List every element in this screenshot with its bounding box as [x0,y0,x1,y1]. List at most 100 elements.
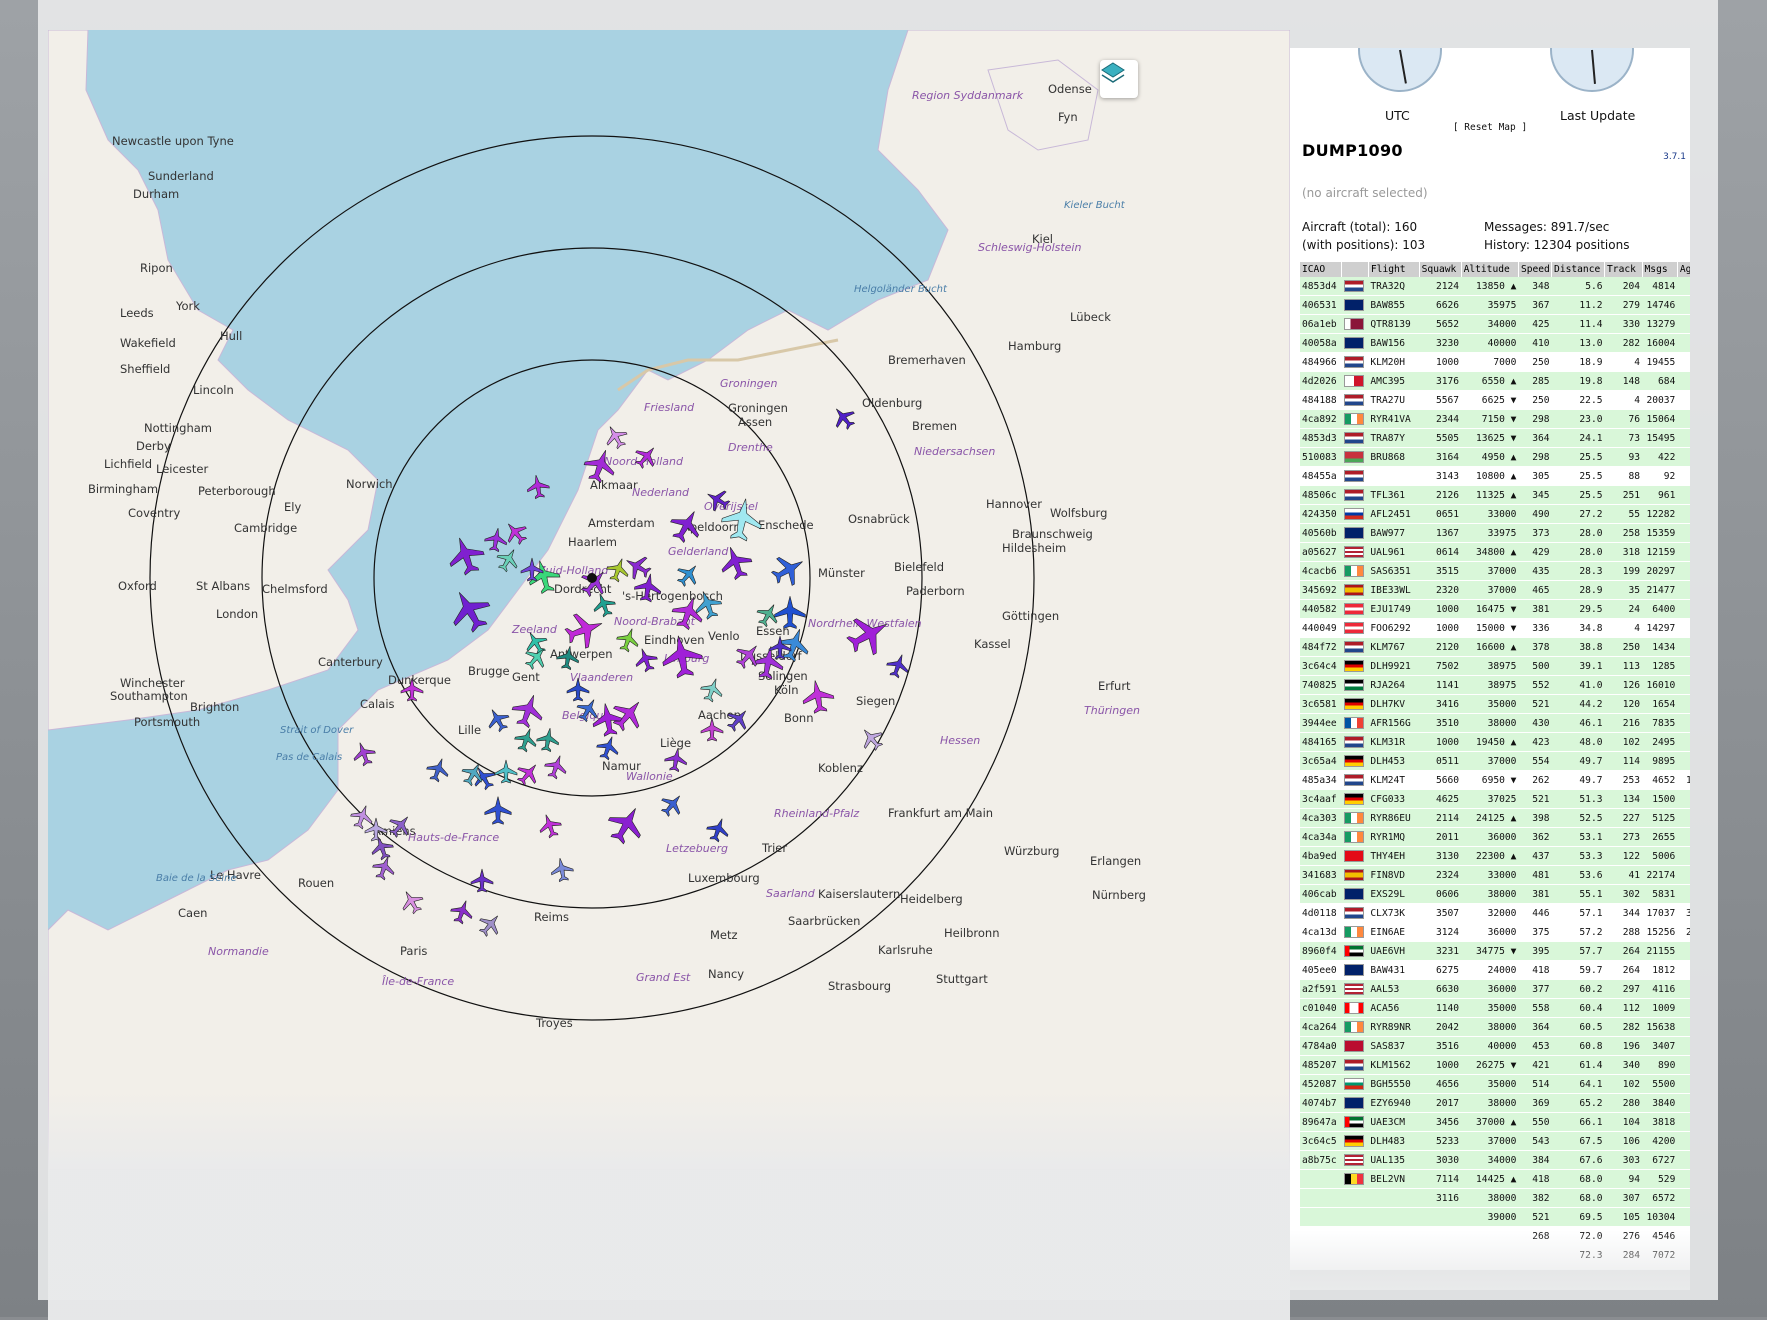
table-row[interactable]: 4ca303 RYR86EU211424125 ▲39852.522751250 [1300,808,1690,828]
table-row[interactable]: 3900052169.5105103040 [1300,1207,1690,1227]
cell-track: 120 [1604,694,1643,714]
table-row[interactable]: 440582 EJU1749100016475 ▼38129.52464000 [1300,599,1690,619]
table-row[interactable]: 440049 FOO6292100015000 ▼33634.84142970 [1300,618,1690,638]
table-row[interactable]: a8b75c UAL13530303400038467.630367270 [1300,1150,1690,1170]
table-row[interactable]: 3c6581 DLH7KV34163500052144.212016540 [1300,694,1690,714]
column-header-5[interactable]: Speed [1518,262,1553,277]
table-row[interactable]: 4074b7 EZY694020173800036965.228038400 [1300,1093,1690,1113]
table-row[interactable]: 4ca13d EIN6AE31243600037557.22881525627 [1300,922,1690,942]
aircraft-icon[interactable] [525,473,551,500]
table-row[interactable]: 405ee0 BAW43162752400041859.726418122 [1300,960,1690,980]
table-row[interactable]: 740825 RJA26411413897555241.0126160100 [1300,675,1690,695]
table-row[interactable]: 4ba9ed THY4EH313022300 ▲43753.312250061 [1300,846,1690,866]
cell-flight: KLM1562 [1368,1055,1420,1075]
column-header-9[interactable]: Ag [1677,262,1690,277]
cell-speed: 298 [1518,447,1552,467]
column-header-8[interactable]: Msgs [1642,262,1678,277]
table-row[interactable]: 06a1eb QTR813956523400042511.4330132790 [1300,314,1690,334]
table-row[interactable]: 485a34 KLM24T56606950 ▼26249.7253465211 [1300,770,1690,790]
aircraft-icon[interactable] [443,532,489,579]
cell-icao: 4ca892 [1300,409,1342,429]
table-row[interactable]: 406cab EXS29L06063800038155.130258310 [1300,884,1690,904]
table-row[interactable]: c01040 ACA5611403500055860.411210090 [1300,998,1690,1018]
version-link[interactable]: 3.7.1 [1663,152,1686,162]
table-row[interactable]: 8960f4 UAE6VH323134775 ▼39557.7264211550 [1300,941,1690,961]
map-canvas[interactable]: Newcastle upon Tyne Sunderland Durham Ripon… [48,30,1290,1170]
column-header-4[interactable]: Altitude [1461,262,1519,277]
regions-label: Grand Est [636,971,691,984]
table-row[interactable]: 4ca264 RYR89NR20423800036460.5282156380 [1300,1017,1690,1037]
regions-label: Normandie [208,945,269,958]
cell-flight: CLX73K [1368,903,1420,923]
table-row[interactable]: 452087 BGH555046563500051464.110255000 [1300,1074,1690,1094]
table-row[interactable]: 484966KLM20H1000700025018.94194554 [1300,352,1690,372]
cell-dist: 41.0 [1551,675,1605,695]
cell-icao: 40560b [1300,523,1342,543]
table-row[interactable]: 4cacb6 SAS635135153700043528.3199202970 [1300,561,1690,581]
cell-speed: 430 [1518,713,1552,733]
table-row[interactable]: 48455a 314310800 ▲30525.588922 [1300,466,1690,486]
cities-label: Würzburg [1004,844,1059,858]
table-row[interactable]: 3c64c5 DLH48352333700054367.510642000 [1300,1131,1690,1151]
table-row[interactable]: 3c65a4 DLH45305113700055449.711498950 [1300,751,1690,771]
table-row[interactable]: 40560b BAW97713673397537328.0258153590 [1300,523,1690,543]
cell-dist: 61.4 [1551,1055,1605,1075]
column-header-7[interactable]: Track [1604,262,1643,277]
table-row[interactable]: 89647a UAE3CM345637000 ▲55066.110438180 [1300,1112,1690,1132]
cell-flight: AAL53 [1368,979,1420,999]
cities-label: Brugge [468,664,510,678]
aircraft-icon[interactable] [483,526,509,553]
column-header-6[interactable]: Distance [1551,262,1606,277]
table-row[interactable]: 484188 TRA27U55676625 ▼25022.54200370 [1300,390,1690,410]
table-row[interactable]: 345692 IBE33WL23203700046528.935214770 [1300,580,1690,600]
table-row[interactable]: 485207 KLM1562100026275 ▼42161.43408900 [1300,1055,1690,1075]
table-row[interactable]: 4ca892 RYR41VA23447150 ▼29823.076150640 [1300,409,1690,429]
table-row[interactable]: 4853d4 TRA32Q212413850 ▲3485.620448140 [1300,277,1690,296]
table-row[interactable]: 484f72 KLM767212016600 ▲37838.825014340 [1300,637,1690,657]
table-row[interactable]: 510083 BRU86831644950 ▲29825.5934221 [1300,447,1690,467]
table-row[interactable]: 48506c TFL361212611325 ▲34525.52519611 [1300,485,1690,505]
table-row[interactable]: 4d0118 CLX73K35073200044657.13441703736 [1300,903,1690,923]
table-row[interactable]: 4784a0 SAS83735164000045360.819634070 [1300,1036,1690,1056]
table-row[interactable]: 4853d3 TRA87Y550513625 ▼36424.173154950 [1300,428,1690,448]
cell-age: 1 [1677,846,1690,866]
table-row[interactable]: 4ca34a RYR1MQ20113600036253.127326555 [1300,827,1690,847]
cell-msgs: 14746 [1642,295,1678,315]
table-row[interactable]: a2f591 AAL5366303600037760.229741161 [1300,979,1690,999]
flag-cell [1341,1036,1369,1056]
table-row[interactable]: 341683 FIN8VD23243300048153.641221740 [1300,865,1690,885]
cell-dist: 67.6 [1551,1150,1605,1170]
cell-track: 126 [1604,675,1643,695]
table-row[interactable]: 424350 AFL245106513300049027.255122820 [1300,504,1690,524]
map-view[interactable]: Newcastle upon Tyne Sunderland Durham Ripon… [48,30,1290,1170]
table-row[interactable]: 31163800038268.030765720 [1300,1188,1690,1208]
table-row[interactable]: a05627 UAL961061434800 ▲42928.0318121590 [1300,542,1690,562]
flag-cell [1341,295,1369,315]
cell-msgs: 15359 [1642,523,1678,543]
column-header-3[interactable]: Squawk [1419,262,1462,277]
cell-dist: 34.8 [1551,618,1605,638]
cell-squawk: 1000 [1419,618,1462,638]
column-header-2[interactable]: Flight [1368,262,1420,277]
table-row[interactable]: 40058a BAW15632304000041013.0282160040 [1300,333,1690,353]
table-row[interactable]: 3944ee AFR156G35103800043046.121678350 [1300,713,1690,733]
cell-icao: c01040 [1300,998,1342,1018]
cell-speed: 250 [1518,390,1552,410]
flag-cell [1341,1055,1369,1075]
table-row[interactable]: 484165 KLM31R100019450 ▲42348.010224950 [1300,732,1690,752]
column-header-1[interactable] [1341,262,1369,277]
cell-age: 1 [1677,979,1690,999]
table-row[interactable]: 406531 BAW85566263597536711.2279147460 [1300,295,1690,315]
table-row[interactable]: BEL2VN711414425 ▲41868.0945290 [1300,1169,1690,1189]
table-row[interactable]: 4d2026 AMC39531766550 ▲28519.81486840 [1300,371,1690,391]
flag-ie-icon [1343,926,1364,938]
cell-squawk: 1000 [1419,732,1462,752]
cell-track: 106 [1604,1131,1643,1151]
layers-button[interactable] [1100,60,1138,98]
table-row[interactable]: 3c4aaf CFG03346253702552151.313415000 [1300,789,1690,809]
utc-clock-label: UTC [1385,108,1410,123]
column-header-0[interactable]: ICAO [1300,262,1343,277]
cell-track: 113 [1604,656,1643,676]
table-row[interactable]: 3c64c4 DLH992175023897550039.111312850 [1300,656,1690,676]
cities-label: Reims [534,910,569,924]
